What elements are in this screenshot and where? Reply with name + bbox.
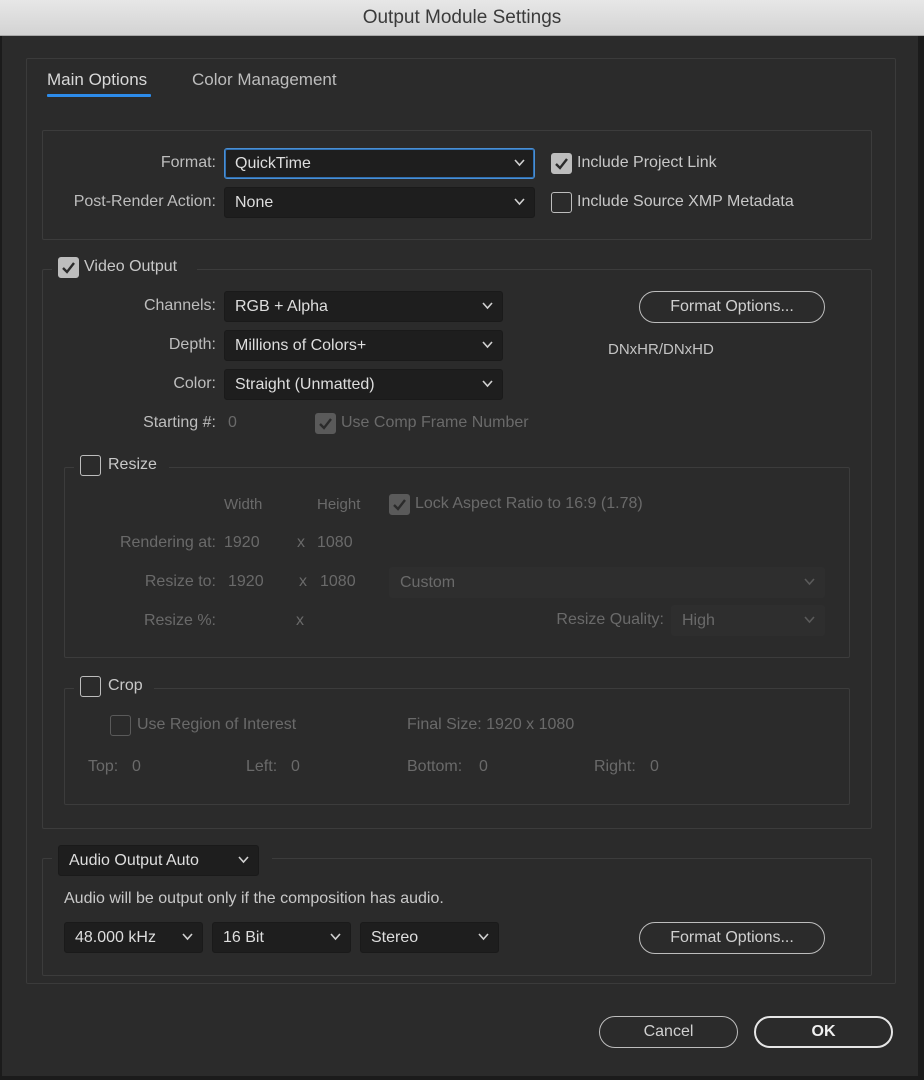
include-xmp-checkbox[interactable]: [551, 192, 572, 213]
channels-label: Channels:: [143, 297, 216, 314]
crop-bottom-value: 0: [479, 758, 488, 775]
cancel-button[interactable]: Cancel: [599, 1016, 738, 1048]
channels-dropdown[interactable]: RGB + Alpha: [224, 291, 503, 322]
dialog-body: Main Options Color Management Format: Qu…: [2, 36, 918, 1076]
chevron-down-icon: [182, 933, 193, 941]
include-project-link-checkbox[interactable]: [551, 153, 572, 174]
depth-label: Depth:: [168, 336, 216, 353]
chevron-down-icon: [804, 616, 815, 624]
resize-to-label: Resize to:: [144, 573, 216, 590]
chevron-down-icon: [514, 159, 525, 167]
crop-top-value: 0: [132, 758, 141, 775]
tab-color-management[interactable]: Color Management: [192, 70, 337, 90]
format-group: [42, 130, 872, 240]
chevron-down-icon: [478, 933, 489, 941]
rendering-width: 1920: [224, 534, 260, 551]
rendering-at-label: Rendering at:: [119, 534, 216, 551]
resize-width: 1920: [228, 573, 264, 590]
chevron-down-icon: [804, 578, 815, 586]
post-render-label: Post-Render Action:: [73, 193, 216, 210]
chevron-down-icon: [482, 341, 493, 349]
crop-top-label: Top:: [88, 758, 119, 775]
video-output-checkbox[interactable]: [58, 257, 79, 278]
resize-preset-value: Custom: [400, 574, 456, 591]
chevron-down-icon: [482, 302, 493, 310]
bit-depth-dropdown[interactable]: 16 Bit: [212, 922, 351, 953]
color-dropdown[interactable]: Straight (Unmatted): [224, 369, 503, 400]
rendering-x: x: [297, 534, 305, 551]
resize-checkbox[interactable]: [80, 455, 101, 476]
audio-format-options-button[interactable]: Format Options...: [639, 922, 825, 954]
crop-left-label: Left:: [246, 758, 278, 775]
audio-output-mode-dropdown[interactable]: Audio Output Auto: [58, 845, 259, 876]
format-value: QuickTime: [235, 155, 311, 172]
resize-quality-label: Resize Quality:: [556, 611, 664, 628]
audio-output-mode-value: Audio Output Auto: [69, 852, 199, 869]
window-title: Output Module Settings: [0, 0, 924, 36]
sample-rate-dropdown[interactable]: 48.000 kHz: [64, 922, 203, 953]
checkmark-icon: [393, 499, 406, 511]
resize-height: 1080: [320, 573, 356, 590]
lock-aspect-label: Lock Aspect Ratio to 16:9 (1.78): [415, 495, 643, 512]
include-xmp-label: Include Source XMP Metadata: [577, 193, 794, 210]
active-tab-indicator: [47, 94, 151, 97]
use-roi-checkbox: [110, 715, 131, 736]
color-value: Straight (Unmatted): [235, 376, 375, 393]
crop-group: [64, 688, 850, 805]
crop-left-value: 0: [291, 758, 300, 775]
format-label: Format:: [160, 154, 216, 171]
resize-percent-x: x: [296, 612, 304, 629]
audio-channels-dropdown[interactable]: Stereo: [360, 922, 499, 953]
sample-rate-value: 48.000 kHz: [75, 929, 156, 946]
codec-text: DNxHR/DNxHD: [608, 341, 714, 358]
post-render-value: None: [235, 194, 274, 211]
channels-value: RGB + Alpha: [235, 298, 328, 315]
lock-aspect-checkbox: [389, 494, 410, 515]
chevron-down-icon: [238, 856, 249, 864]
final-size-text: Final Size: 1920 x 1080: [407, 716, 575, 733]
format-dropdown[interactable]: QuickTime: [224, 148, 535, 179]
crop-right-value: 0: [650, 758, 659, 775]
checkmark-icon: [62, 262, 75, 274]
chevron-down-icon: [514, 198, 525, 206]
crop-label: Crop: [108, 677, 143, 694]
resize-x: x: [299, 573, 307, 590]
include-project-link-label: Include Project Link: [577, 154, 717, 171]
depth-dropdown[interactable]: Millions of Colors+: [224, 330, 503, 361]
crop-checkbox[interactable]: [80, 676, 101, 697]
use-comp-frame-label: Use Comp Frame Number: [341, 414, 529, 431]
checkmark-icon: [319, 418, 332, 430]
resize-quality-dropdown: High: [671, 605, 825, 636]
starting-number-label: Starting #:: [143, 414, 216, 431]
width-header: Width: [224, 496, 263, 513]
resize-quality-value: High: [682, 612, 715, 629]
resize-preset-dropdown: Custom: [389, 567, 825, 598]
color-label: Color:: [173, 375, 216, 392]
post-render-dropdown[interactable]: None: [224, 187, 535, 218]
checkmark-icon: [555, 158, 568, 170]
resize-label: Resize: [108, 456, 157, 473]
ok-button[interactable]: OK: [754, 1016, 893, 1048]
chevron-down-icon: [482, 380, 493, 388]
rendering-height: 1080: [317, 534, 353, 551]
audio-channels-value: Stereo: [371, 929, 419, 946]
tab-main-options[interactable]: Main Options: [47, 70, 147, 90]
use-comp-frame-checkbox: [315, 413, 336, 434]
crop-right-label: Right:: [594, 758, 636, 775]
height-header: Height: [317, 496, 361, 513]
audio-note: Audio will be output only if the composi…: [64, 890, 444, 907]
use-roi-label: Use Region of Interest: [137, 716, 297, 733]
depth-value: Millions of Colors+: [235, 337, 367, 354]
video-format-options-button[interactable]: Format Options...: [639, 291, 825, 323]
video-output-label: Video Output: [84, 258, 178, 275]
crop-bottom-label: Bottom:: [407, 758, 463, 775]
resize-percent-label: Resize %:: [143, 612, 216, 629]
starting-number-value: 0: [228, 414, 237, 431]
bit-depth-value: 16 Bit: [223, 929, 264, 946]
chevron-down-icon: [330, 933, 341, 941]
